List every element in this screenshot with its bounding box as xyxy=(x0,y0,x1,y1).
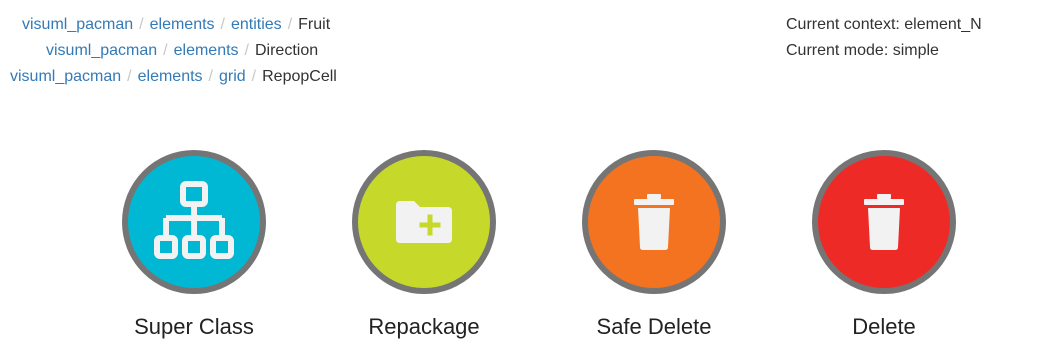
breadcrumb-current: RepopCell xyxy=(262,68,337,85)
breadcrumb-link[interactable]: visuml_pacman xyxy=(46,42,157,59)
page: visuml_pacman / elements / entities / Fruit vi… xyxy=(0,0,1040,349)
action-circle[interactable] xyxy=(352,150,496,294)
delete-label: Delete xyxy=(852,314,916,339)
breadcrumb-separator: / xyxy=(220,16,225,33)
delete-button[interactable]: Delete xyxy=(799,150,969,340)
super-class-button[interactable]: Super Class xyxy=(109,150,279,340)
breadcrumb-separator: / xyxy=(251,68,257,85)
trash-icon xyxy=(634,194,674,250)
breadcrumb-separator: / xyxy=(287,16,293,33)
safe-delete-label: Safe Delete xyxy=(596,314,712,339)
breadcrumb: visuml_pacman / elements / grid / RepopCell xyxy=(0,64,560,90)
safe-delete-button[interactable]: Safe Delete xyxy=(569,150,739,340)
current-context-text: Current context: element_N xyxy=(786,16,982,33)
trash-icon xyxy=(864,194,904,250)
breadcrumb-link[interactable]: grid xyxy=(219,68,246,85)
current-mode-text: Current mode: simple xyxy=(786,42,939,59)
super-class-label: Super Class xyxy=(134,314,254,339)
breadcrumb-list: visuml_pacman / elements / entities / Fruit vi… xyxy=(0,12,560,90)
breadcrumb-separator: / xyxy=(139,16,144,33)
repackage-button[interactable]: Repackage xyxy=(339,150,509,340)
action-circle[interactable] xyxy=(122,150,266,294)
breadcrumb-link[interactable]: elements xyxy=(150,16,215,33)
action-circle[interactable] xyxy=(582,150,726,294)
action-list: Super Class Repackage Safe Delete Delete xyxy=(0,150,1040,349)
context-panel: Current context: element_N Current mode:… xyxy=(786,12,982,64)
breadcrumb-current: Fruit xyxy=(298,16,331,33)
breadcrumb: visuml_pacman / elements / entities / Fruit xyxy=(0,12,560,38)
breadcrumb-link[interactable]: elements xyxy=(138,68,203,85)
folder-plus-icon xyxy=(396,201,452,243)
breadcrumb-link[interactable]: elements xyxy=(174,42,239,59)
breadcrumb-link[interactable]: visuml_pacman xyxy=(22,16,133,33)
repackage-label: Repackage xyxy=(368,314,480,339)
breadcrumb-separator: / xyxy=(127,68,132,85)
breadcrumb-link[interactable]: entities xyxy=(231,16,282,33)
hierarchy-icon xyxy=(154,181,234,259)
breadcrumb-separator: / xyxy=(163,42,168,59)
breadcrumb-separator: / xyxy=(244,42,249,59)
breadcrumb: visuml_pacman / elements / Direction xyxy=(0,38,560,64)
breadcrumb-link[interactable]: visuml_pacman xyxy=(10,68,121,85)
breadcrumb-separator: / xyxy=(208,68,213,85)
breadcrumb-current: Direction xyxy=(254,42,319,59)
action-circle[interactable] xyxy=(812,150,956,294)
